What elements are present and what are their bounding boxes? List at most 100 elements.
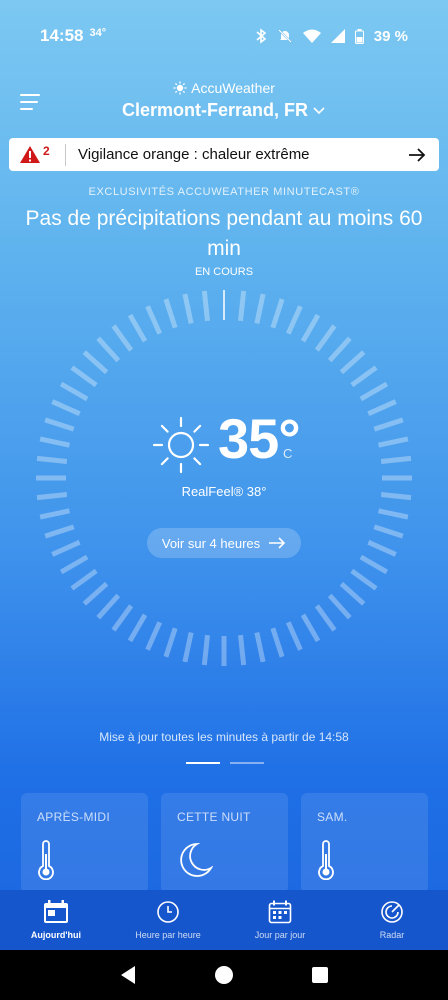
tab-today[interactable]: Aujourd'hui	[0, 890, 112, 950]
bluetooth-icon	[256, 28, 267, 44]
sun-icon	[152, 416, 210, 474]
card-title: SAM.	[317, 810, 348, 824]
dial-tick	[96, 336, 121, 363]
tab-label: Radar	[379, 930, 405, 940]
arrow-right-icon	[269, 537, 286, 549]
recents-icon[interactable]	[311, 966, 329, 984]
alert-badge: 2	[9, 138, 65, 171]
tab-label: Heure par heure	[135, 930, 201, 940]
dial-tick	[145, 305, 163, 335]
wifi-icon	[302, 29, 321, 43]
dial-tick	[59, 381, 89, 402]
page-indicator-dot-2[interactable]	[230, 762, 264, 764]
dial-tick	[254, 632, 266, 663]
realfeel-temperature: RealFeel® 38°	[181, 484, 267, 499]
dial-tick	[127, 313, 148, 343]
tab-hourly[interactable]: Heure par heure	[112, 890, 224, 950]
forecast-card-saturday[interactable]: SAM.	[301, 793, 428, 893]
tab-label: Aujourd'hui	[30, 930, 82, 940]
dial-tick	[182, 293, 194, 324]
brand-name: AccuWeather	[191, 80, 275, 96]
weather-alert-banner[interactable]: 2 Vigilance orange : chaleur extrême	[9, 138, 439, 171]
card-title: APRÈS-MIDI	[37, 810, 111, 824]
dial-tick	[285, 305, 303, 335]
tab-daily[interactable]: Jour par jour	[224, 890, 336, 950]
dial-tick	[82, 350, 109, 375]
accuweather-sun-icon	[173, 81, 187, 95]
dial-tick	[270, 298, 285, 329]
bottom-tab-bar: Aujourd'hui Heure par heure Jour par jou…	[0, 890, 448, 950]
chevron-down-icon	[313, 106, 325, 114]
forecast-card-afternoon[interactable]: APRÈS-MIDI	[21, 793, 148, 893]
alert-text: Vigilance orange : chaleur extrême	[78, 146, 310, 163]
dial-tick	[70, 568, 98, 591]
tab-label: Jour par jour	[254, 930, 306, 940]
home-icon[interactable]	[214, 965, 234, 985]
current-conditions: 35° C RealFeel® 38° Voir sur 4 heures	[0, 406, 448, 566]
dial-tick	[163, 627, 178, 658]
dial-tick	[182, 632, 194, 663]
tab-radar[interactable]: Radar	[336, 890, 448, 950]
status-bar: 14:58 34° 39 %	[0, 0, 448, 72]
calendar-days-icon	[268, 900, 292, 924]
thermometer-icon	[318, 840, 334, 881]
status-temperature: 34°	[89, 27, 107, 39]
dial-tick	[314, 604, 337, 632]
dial-tick	[285, 621, 303, 651]
dial-tick	[111, 604, 134, 632]
dial-tick	[96, 593, 121, 620]
thermometer-icon	[38, 840, 54, 881]
dial-tick	[350, 568, 378, 591]
brand-logo: AccuWeather	[0, 80, 448, 96]
page-indicator	[186, 762, 264, 764]
arrow-right-icon	[409, 147, 426, 162]
app-header: AccuWeather Clermont-Ferrand, FR	[0, 78, 448, 126]
update-note: Mise à jour toutes les minutes à partir …	[99, 730, 349, 744]
dial-tick	[82, 581, 109, 606]
dial-tick	[314, 324, 337, 352]
dial-tick	[300, 313, 321, 343]
mute-icon	[278, 29, 292, 43]
warning-triangle-icon	[20, 146, 40, 163]
calendar-today-icon	[44, 900, 68, 923]
forecast-card-tonight[interactable]: CETTE NUIT	[161, 793, 288, 893]
clock-icon	[157, 901, 179, 923]
card-title: CETTE NUIT	[177, 810, 251, 824]
minutecast-label: EXCLUSIVITÉS ACCUWEATHER MINUTECAST®	[88, 186, 360, 198]
view-4-hours-label: Voir sur 4 heures	[161, 535, 261, 551]
dial-tick	[163, 298, 178, 329]
dial-tick	[359, 381, 389, 402]
location-selector[interactable]: Clermont-Ferrand, FR	[0, 100, 448, 121]
back-icon[interactable]	[119, 965, 137, 985]
dial-tick	[127, 613, 148, 643]
battery-level: 39 %	[373, 27, 408, 45]
dial-tick	[238, 634, 247, 666]
dial-tick	[111, 324, 134, 352]
dial-tick	[254, 293, 266, 324]
battery-icon	[354, 28, 364, 44]
moon-icon	[180, 843, 214, 877]
temperature-unit: C	[283, 446, 293, 461]
status-icons: 39 %	[255, 28, 408, 45]
view-4-hours-button[interactable]: Voir sur 4 heures	[147, 528, 301, 558]
current-temperature: 35°	[218, 407, 301, 470]
forecast-cards: APRÈS-MIDI CETTE NUIT SAM.	[21, 793, 428, 893]
page-indicator-dot-1[interactable]	[186, 762, 220, 764]
now-label: EN COURS	[194, 266, 254, 278]
dial-tick	[327, 336, 352, 363]
city-name: Clermont-Ferrand, FR	[121, 100, 308, 120]
dial-tick	[70, 365, 98, 388]
dial-tick	[201, 290, 210, 322]
dial-tick	[350, 365, 378, 388]
dial-tick	[238, 290, 247, 322]
dial-tick	[270, 627, 285, 658]
radar-icon	[381, 901, 403, 923]
dial-tick	[201, 634, 210, 666]
signal-icon	[330, 29, 345, 43]
dial-tick	[300, 613, 321, 643]
precipitation-summary: Pas de précipitations pendant au moins 6…	[25, 207, 423, 260]
dial-tick	[339, 581, 366, 606]
dial-tick	[339, 350, 366, 375]
dial-tick	[327, 593, 352, 620]
status-time: 14:58	[40, 26, 84, 45]
